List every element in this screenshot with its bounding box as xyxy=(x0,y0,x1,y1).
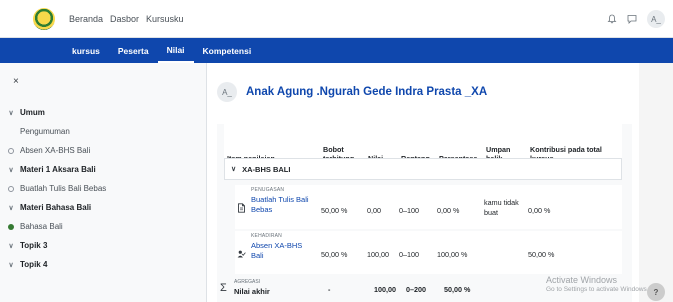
tab-nilai[interactable]: Nilai xyxy=(157,38,194,63)
user-avatar[interactable]: A_ xyxy=(217,82,237,102)
user-avatar-menu[interactable]: A_ xyxy=(647,10,665,28)
top-navbar: Beranda Dasbor Kursusku A_ xyxy=(0,0,673,38)
drawer-item[interactable]: ∨ Materi 1 Aksara Bali xyxy=(6,160,201,179)
item-contribution: 50,00 % xyxy=(528,250,555,259)
incomplete-circle-icon xyxy=(6,185,16,192)
drawer-item-label: Pengumuman xyxy=(20,127,70,136)
sigma-icon: Σ xyxy=(220,282,227,294)
item-weight: 50,00 % xyxy=(321,206,348,215)
item-percent: 100,00 % xyxy=(437,250,468,259)
assignment-icon xyxy=(238,203,245,213)
main-content: A_ Anak Agung .Ngurah Gede Indra Prasta … xyxy=(207,63,639,302)
primary-nav: Beranda Dasbor Kursusku xyxy=(69,14,184,24)
item-link[interactable]: Absen XA-BHS Bali xyxy=(251,241,313,261)
item-type: KEHADIRAN xyxy=(251,233,282,239)
drawer-item[interactable]: Absen XA-BHS Bali xyxy=(6,141,201,160)
total-range: 0–200 xyxy=(406,285,426,294)
table-row: PENUGASAN Buatlah Tulis Bali Bebas 50,00… xyxy=(235,185,622,229)
nav-beranda[interactable]: Beranda xyxy=(69,14,103,24)
bell-icon[interactable] xyxy=(607,14,617,24)
item-weight: 50,00 % xyxy=(321,250,348,259)
item-link[interactable]: Buatlah Tulis Bali Bebas xyxy=(251,195,311,215)
drawer-item-label: Bahasa Bali xyxy=(20,222,63,231)
nav-dasbor[interactable]: Dasbor xyxy=(110,14,139,24)
user-header: A_ Anak Agung .Ngurah Gede Indra Prasta … xyxy=(217,82,487,102)
drawer-item-label: Materi Bahasa Bali xyxy=(20,203,92,212)
chevron-down-icon[interactable]: ∨ xyxy=(231,165,236,173)
activation-watermark: Activate Windows Go to Settings to activ… xyxy=(546,275,649,293)
user-name[interactable]: Anak Agung .Ngurah Gede Indra Prasta _XA xyxy=(246,86,487,98)
watermark-title: Activate Windows xyxy=(546,275,618,285)
drawer-item-label: Materi 1 Aksara Bali xyxy=(20,165,96,174)
item-contribution: 0,00 % xyxy=(528,206,551,215)
table-row: KEHADIRAN Absen XA-BHS Bali 50,00 % 100,… xyxy=(235,231,622,274)
item-range: 0–100 xyxy=(399,250,419,259)
total-grade: 100,00 xyxy=(374,285,396,294)
item-range: 0–100 xyxy=(399,206,419,215)
item-type: PENUGASAN xyxy=(251,187,285,193)
drawer-item-label: Absen XA-BHS Bali xyxy=(20,146,91,155)
item-feedback: kamu tidak buat xyxy=(484,198,519,217)
help-button[interactable]: ? xyxy=(647,283,665,301)
page-margin xyxy=(639,63,673,302)
course-nav: kursus Peserta Nilai Kompetensi xyxy=(0,38,673,63)
user-menu-area: A_ xyxy=(607,10,665,28)
chevron-down-icon: ∨ xyxy=(8,204,14,212)
drawer-item-label: Topik 3 xyxy=(20,241,48,250)
complete-dot-icon xyxy=(6,223,16,230)
total-percent: 50,00 % xyxy=(444,285,471,294)
total-type: AGREGASI xyxy=(234,279,261,285)
chevron-down-icon: ∨ xyxy=(8,166,14,174)
tab-kompetensi[interactable]: Kompetensi xyxy=(194,38,261,63)
drawer-item[interactable]: Bahasa Bali xyxy=(6,217,201,236)
drawer-item[interactable]: ∨ Materi Bahasa Bali xyxy=(6,198,201,217)
item-grade: 0,00 xyxy=(367,206,381,215)
category-row[interactable]: ∨ XA-BHS BALI xyxy=(224,158,622,180)
item-grade: 100,00 xyxy=(367,250,389,259)
nav-kursusku[interactable]: Kursusku xyxy=(146,14,184,24)
drawer-item-label: Buatlah Tulis Bali Bebas xyxy=(20,184,107,193)
drawer-item[interactable]: Pengumuman xyxy=(6,122,201,141)
incomplete-circle-icon xyxy=(6,147,16,154)
drawer-item[interactable]: ∨ Topik 4 xyxy=(6,255,201,274)
drawer-item-label: Umum xyxy=(20,108,45,117)
total-label: Nilai akhir xyxy=(234,287,270,296)
chat-icon[interactable] xyxy=(627,14,637,24)
attendance-icon xyxy=(237,250,246,258)
tab-kursus[interactable]: kursus xyxy=(63,38,109,63)
close-drawer-icon[interactable]: × xyxy=(13,76,19,87)
chevron-down-icon: ∨ xyxy=(8,242,14,250)
drawer-item-label: Topik 4 xyxy=(20,260,48,269)
site-logo[interactable] xyxy=(33,7,55,30)
chevron-down-icon: ∨ xyxy=(8,109,14,117)
chevron-down-icon: ∨ xyxy=(8,261,14,269)
course-index-drawer: × ∨ Umum Pengumuman Absen XA-BHS Bali ∨ Mater… xyxy=(0,63,207,302)
drawer-item[interactable]: Buatlah Tulis Bali Bebas xyxy=(6,179,201,198)
category-name: XA-BHS BALI xyxy=(242,164,291,174)
total-weight: - xyxy=(328,285,331,294)
course-index-list: ∨ Umum Pengumuman Absen XA-BHS Bali ∨ Materi … xyxy=(6,103,201,274)
item-percent: 0,00 % xyxy=(437,206,460,215)
tab-peserta[interactable]: Peserta xyxy=(109,38,158,63)
watermark-subtitle: Go to Settings to activate Windows. xyxy=(546,286,649,293)
drawer-item[interactable]: ∨ Topik 3 xyxy=(6,236,201,255)
drawer-item[interactable]: ∨ Umum xyxy=(6,103,201,122)
